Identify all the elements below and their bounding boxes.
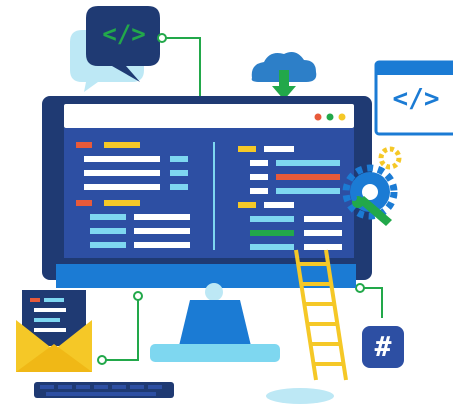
- code-tag-icon: </>: [102, 20, 146, 48]
- envelope-icon: [16, 290, 92, 372]
- connector-node: [133, 291, 143, 301]
- monitor-stand: [178, 300, 252, 350]
- connector-node: [355, 283, 365, 293]
- gear-small-icon: [378, 146, 402, 170]
- hash-icon: #: [374, 330, 392, 363]
- browser-topbar: [64, 104, 354, 128]
- monitor-base: [150, 344, 280, 362]
- mouse-shadow: [266, 388, 334, 404]
- connector-node: [97, 355, 107, 365]
- keyboard-icon: [34, 382, 174, 398]
- screen-divider: [213, 142, 215, 250]
- window-dot-maximize[interactable]: [326, 113, 334, 121]
- code-tag-icon: </>: [392, 84, 440, 114]
- window-dot-minimize[interactable]: [338, 113, 346, 121]
- cloud-download-icon: [251, 52, 317, 100]
- power-button: [205, 283, 223, 301]
- connector-node: [157, 33, 167, 43]
- window-dot-close[interactable]: [314, 113, 322, 121]
- web-development-illustration: </> </> #: [0, 0, 453, 405]
